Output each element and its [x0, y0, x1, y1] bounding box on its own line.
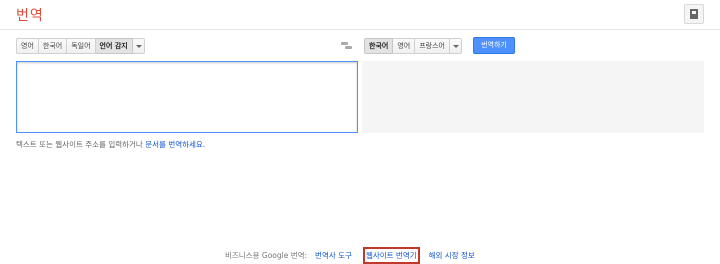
input-hint: 텍스트 또는 웹사이트 주소를 입력하거나 문서를 번역하세요.: [16, 139, 205, 150]
translator-toolkit-link[interactable]: 번역사 도구: [315, 250, 352, 261]
target-lang-english[interactable]: 영어: [393, 38, 416, 54]
target-language-selector: 한국어 영어 프랑스어: [364, 38, 462, 54]
source-lang-english[interactable]: 영어: [16, 38, 39, 54]
save-phrasebook-button[interactable]: [684, 4, 704, 24]
hint-suffix: .: [202, 140, 206, 149]
website-translator-link[interactable]: 웹사이트 번역기: [362, 246, 420, 264]
source-text-input[interactable]: [16, 61, 358, 133]
source-lang-korean[interactable]: 한국어: [38, 38, 68, 54]
swap-icon: [341, 42, 348, 45]
translate-document-link[interactable]: 문서를 번역하세요: [145, 140, 203, 149]
translate-button[interactable]: 번역하기: [473, 37, 515, 54]
target-lang-dropdown[interactable]: [449, 38, 462, 54]
source-lang-dropdown[interactable]: [132, 38, 145, 54]
source-language-selector: 영어 한국어 독일어 언어 감지: [16, 38, 145, 54]
app-header: 번역: [0, 0, 720, 30]
swap-languages-button[interactable]: [341, 40, 353, 51]
page-title: 번역: [16, 8, 44, 24]
hint-text: 텍스트 또는 웹사이트 주소를 입력하거나: [16, 140, 146, 149]
source-lang-german[interactable]: 독일어: [67, 38, 96, 54]
footer-label: 비즈니스용 Google 번역:: [225, 250, 308, 260]
target-lang-korean[interactable]: 한국어: [364, 38, 394, 54]
source-lang-detect[interactable]: 언어 감지: [95, 38, 133, 54]
translation-result-area: [362, 61, 704, 133]
phrasebook-icon: [690, 9, 698, 19]
target-lang-french[interactable]: 프랑스어: [415, 38, 450, 54]
business-footer: 비즈니스용 Google 번역: 번역사 도구 웹사이트 번역기 해외 시장 정…: [225, 246, 489, 264]
global-market-finder-link[interactable]: 해외 시장 정보: [429, 250, 475, 261]
